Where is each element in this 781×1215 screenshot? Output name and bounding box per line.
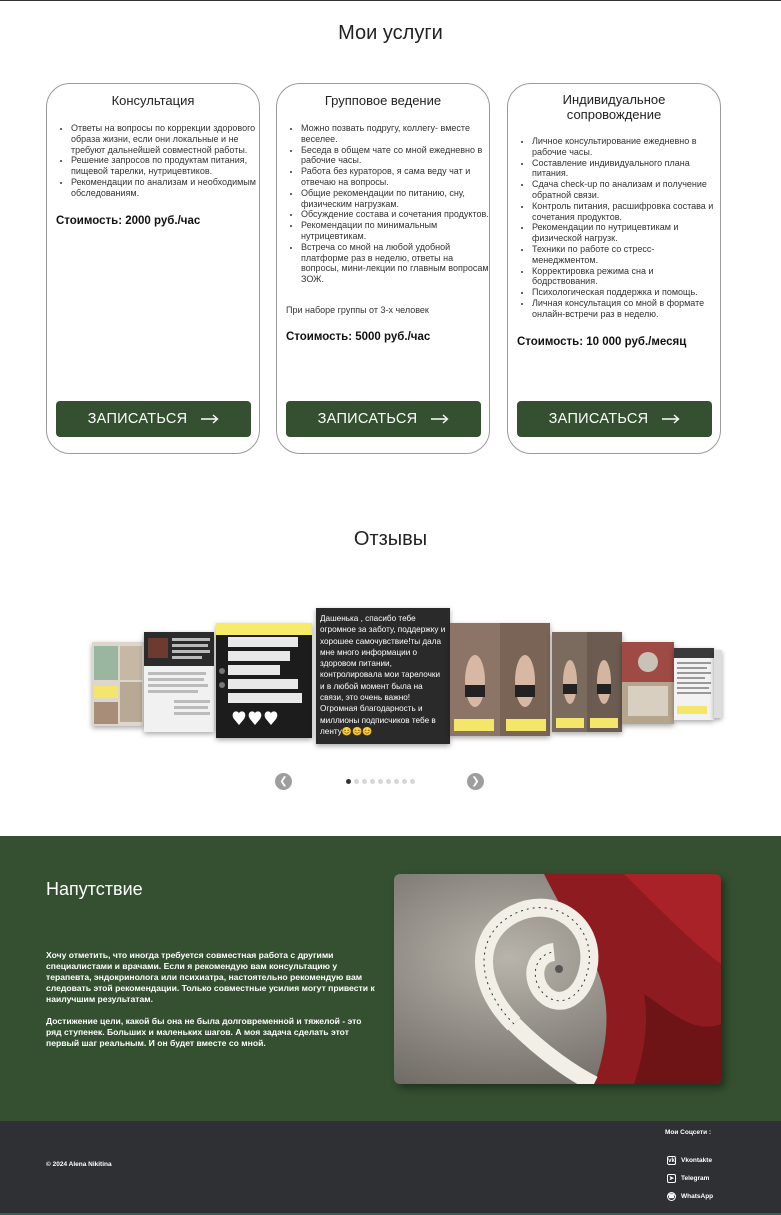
book-button[interactable]: ЗАПИСАТЬСЯ xyxy=(56,401,251,437)
card-features: Личное консультирование ежедневно в рабо… xyxy=(532,136,720,320)
card-features: Можно позвать подругу, коллегу- вместе в… xyxy=(301,123,489,285)
review-slide[interactable] xyxy=(622,642,674,724)
feature-item: Личное консультирование ежедневно в рабо… xyxy=(532,136,720,158)
book-button-label: ЗАПИСАТЬСЯ xyxy=(317,411,418,427)
services-title: Мои услуги xyxy=(338,22,443,44)
whatsapp-icon: ☎ xyxy=(667,1192,676,1201)
measuring-tape-image xyxy=(394,874,721,1084)
feature-item: Работа без кураторов, я сама веду чат и … xyxy=(301,166,489,188)
social-link-telegram[interactable]: ➤ Telegram xyxy=(667,1174,709,1183)
social-link-vkontakte[interactable]: vk Vkontakte xyxy=(667,1156,712,1165)
review-slide[interactable] xyxy=(552,632,622,732)
review-slide[interactable] xyxy=(144,632,214,732)
review-slide[interactable] xyxy=(216,623,312,738)
feature-item: Встреча со мной на любой удобной платфор… xyxy=(301,242,489,285)
review-slide[interactable] xyxy=(674,648,714,720)
book-button-label: ЗАПИСАТЬСЯ xyxy=(548,411,649,427)
socials-title: Мои Соцсети : xyxy=(665,1129,712,1136)
carousel-dot[interactable] xyxy=(394,779,399,784)
carousel-dot[interactable] xyxy=(386,779,391,784)
feature-item: Контроль питания, расшифровка состава и … xyxy=(532,201,720,223)
carousel-dots xyxy=(346,779,415,784)
feature-item: Рекомендации по анализам и необходимым о… xyxy=(71,177,259,199)
book-button[interactable]: ЗАПИСАТЬСЯ xyxy=(517,401,712,437)
book-button-label: ЗАПИСАТЬСЯ xyxy=(87,411,188,427)
carousel-next-button[interactable]: ❯ xyxy=(467,773,484,790)
carousel-dot[interactable] xyxy=(410,779,415,784)
reviews-carousel[interactable]: Дашенька , спасибо тебе огромное за забо… xyxy=(92,608,722,748)
card-price: Стоимость: 10 000 руб./месяц xyxy=(517,335,687,348)
advice-title: Напутствие xyxy=(46,879,143,899)
feature-item: Техники по работе со стресс- менеджменто… xyxy=(532,244,720,266)
carousel-dot[interactable] xyxy=(362,779,367,784)
carousel-dot[interactable] xyxy=(378,779,383,784)
arrow-right-icon xyxy=(662,414,680,424)
service-card-group: Групповое ведение Можно позвать подругу,… xyxy=(276,83,490,454)
feature-item: Решение запросов по продуктам питания, п… xyxy=(71,155,259,177)
social-link-whatsapp[interactable]: ☎ WhatsApp xyxy=(667,1192,713,1201)
service-card-consultation: Консультация Ответы на вопросы по коррек… xyxy=(46,83,260,454)
review-text: Дашенька , спасибо тебе огромное за забо… xyxy=(320,614,446,736)
chevron-right-icon: ❯ xyxy=(471,776,480,787)
carousel-dot[interactable] xyxy=(354,779,359,784)
arrow-right-icon xyxy=(431,414,449,424)
feature-item: Рекомендации по минимальным нутрицевтика… xyxy=(301,220,489,242)
feature-item: Можно позвать подругу, коллегу- вместе в… xyxy=(301,123,489,145)
book-button[interactable]: ЗАПИСАТЬСЯ xyxy=(286,401,481,437)
social-label: Telegram xyxy=(681,1175,710,1182)
top-divider xyxy=(0,0,781,1)
advice-paragraph: Достижение цели, какой бы она не была до… xyxy=(46,1016,362,1048)
telegram-icon: ➤ xyxy=(667,1174,676,1183)
social-label: WhatsApp xyxy=(681,1193,714,1200)
card-features: Ответы на вопросы по коррекции здорового… xyxy=(71,123,259,199)
advice-text: Хочу отметить, что иногда требуется совм… xyxy=(46,950,376,1049)
chevron-left-icon: ❮ xyxy=(279,776,288,787)
review-slide[interactable] xyxy=(92,642,144,726)
feature-item: Личная консультация со мной в формате он… xyxy=(532,298,720,320)
carousel-dot[interactable] xyxy=(402,779,407,784)
card-price: Стоимость: 5000 руб./час xyxy=(286,330,431,343)
service-card-individual: Индивидуальное сопровождение Личное конс… xyxy=(507,83,721,454)
card-title: Индивидуальное сопровождение xyxy=(562,92,666,122)
review-slide-active[interactable]: Дашенька , спасибо тебе огромное за забо… xyxy=(316,608,450,744)
card-title: Консультация xyxy=(111,93,195,108)
carousel-dot[interactable] xyxy=(346,779,351,784)
review-slide[interactable] xyxy=(450,623,550,736)
vk-icon: vk xyxy=(667,1156,676,1165)
footer: © 2024 Alena Nikitina Мои Соцсети : vk V… xyxy=(0,1121,781,1215)
copyright: © 2024 Alena Nikitina xyxy=(46,1161,112,1168)
feature-item: Корректировка режима сна и бодрствования… xyxy=(532,266,720,288)
feature-item: Рекомендации по нутрицевтикам и физическ… xyxy=(532,222,720,244)
feature-item: Составление индивидуального плана питани… xyxy=(532,158,720,180)
feature-item: Ответы на вопросы по коррекции здорового… xyxy=(71,123,259,155)
card-price: Стоимость: 2000 руб./час xyxy=(56,214,201,227)
arrow-right-icon xyxy=(201,414,219,424)
feature-item: Психологическая поддержка и помощь. xyxy=(532,287,720,298)
advice-paragraph: Хочу отметить, что иногда требуется совм… xyxy=(46,950,375,1004)
carousel-prev-button[interactable]: ❮ xyxy=(275,773,292,790)
feature-item: Общие рекомендации по питанию, сну, физи… xyxy=(301,188,489,210)
social-label: Vkontakte xyxy=(681,1157,713,1164)
feature-item: Обсуждение состава и сочетания продуктов… xyxy=(301,209,489,220)
feature-item: Сдача check-up по анализам и получение о… xyxy=(532,179,720,201)
card-note: При наборе группы от 3-х человек xyxy=(286,304,429,315)
card-title: Групповое ведение xyxy=(324,93,442,108)
review-slide[interactable] xyxy=(714,650,722,718)
advice-section: Напутствие Хочу отметить, что иногда тре… xyxy=(0,836,781,1121)
feature-item: Беседа в общем чате со мной ежедневно в … xyxy=(301,145,489,167)
carousel-dot[interactable] xyxy=(370,779,375,784)
reviews-title: Отзывы xyxy=(353,528,428,550)
